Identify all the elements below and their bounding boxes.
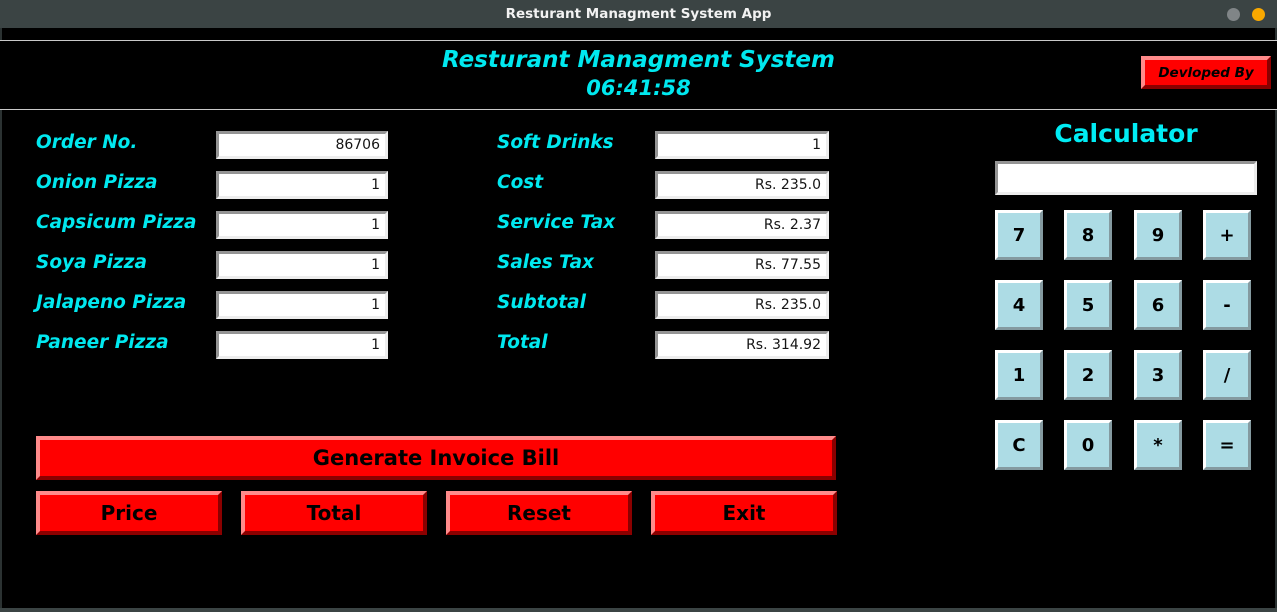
calc-key-equals[interactable]: = — [1203, 420, 1251, 470]
label-capsicum-pizza: Capsicum Pizza — [36, 212, 197, 233]
minimize-circle-icon[interactable] — [1227, 7, 1240, 21]
app-heading: Resturant Managment System — [442, 47, 835, 73]
input-soft-drinks[interactable]: 1 — [655, 131, 829, 159]
input-subtotal[interactable]: Rs. 235.0 — [655, 291, 829, 319]
input-total[interactable]: Rs. 314.92 — [655, 331, 829, 359]
calculator-heading: Calculator — [1054, 119, 1198, 148]
label-paneer-pizza: Paneer Pizza — [36, 332, 169, 353]
label-soya-pizza: Soya Pizza — [36, 252, 147, 273]
calc-key-clear[interactable]: C — [995, 420, 1043, 470]
window-edge-bottom — [0, 608, 1277, 612]
label-service-tax: Service Tax — [497, 212, 616, 233]
calc-key-multiply[interactable]: * — [1134, 420, 1182, 470]
label-sales-tax: Sales Tax — [497, 252, 594, 273]
input-paneer-pizza[interactable]: 1 — [216, 331, 388, 359]
input-sales-tax[interactable]: Rs. 77.55 — [655, 251, 829, 279]
calc-key-7[interactable]: 7 — [995, 210, 1043, 260]
exit-button[interactable]: Exit — [651, 491, 837, 535]
calc-key-4[interactable]: 4 — [995, 280, 1043, 330]
calc-key-0[interactable]: 0 — [1064, 420, 1112, 470]
calc-key-6[interactable]: 6 — [1134, 280, 1182, 330]
title-bar: Resturant Managment System App — [0, 0, 1277, 28]
calc-key-1[interactable]: 1 — [995, 350, 1043, 400]
input-jalapeno-pizza[interactable]: 1 — [216, 291, 388, 319]
developed-by-button[interactable]: Devloped By — [1141, 56, 1271, 89]
reset-button[interactable]: Reset — [446, 491, 632, 535]
calc-key-minus[interactable]: - — [1203, 280, 1251, 330]
input-order-no[interactable]: 86706 — [216, 131, 388, 159]
price-button[interactable]: Price — [36, 491, 222, 535]
label-jalapeno-pizza: Jalapeno Pizza — [36, 292, 187, 313]
label-total: Total — [497, 332, 548, 353]
generate-invoice-bill-button[interactable]: Generate Invoice Bill — [36, 436, 836, 480]
window-controls — [1227, 0, 1265, 28]
input-cost[interactable]: Rs. 235.0 — [655, 171, 829, 199]
input-capsicum-pizza[interactable]: 1 — [216, 211, 388, 239]
calc-key-9[interactable]: 9 — [1134, 210, 1182, 260]
calc-key-plus[interactable]: + — [1203, 210, 1251, 260]
total-button[interactable]: Total — [241, 491, 427, 535]
calc-key-3[interactable]: 3 — [1134, 350, 1182, 400]
calc-key-2[interactable]: 2 — [1064, 350, 1112, 400]
calc-key-5[interactable]: 5 — [1064, 280, 1112, 330]
calc-key-divide[interactable]: / — [1203, 350, 1251, 400]
label-onion-pizza: Onion Pizza — [36, 172, 158, 193]
calculator-display[interactable] — [995, 161, 1257, 195]
maximize-circle-icon[interactable] — [1252, 7, 1265, 21]
clock-display: 06:41:58 — [586, 76, 691, 100]
header-divider-bottom — [0, 109, 1277, 110]
label-subtotal: Subtotal — [497, 292, 586, 313]
input-soya-pizza[interactable]: 1 — [216, 251, 388, 279]
input-onion-pizza[interactable]: 1 — [216, 171, 388, 199]
label-order-no: Order No. — [36, 132, 138, 153]
window-edge-left — [0, 28, 2, 610]
label-cost: Cost — [497, 172, 544, 193]
window-title: Resturant Managment System App — [505, 6, 772, 22]
header-banner: Resturant Managment System 06:41:58 — [0, 41, 1277, 109]
input-service-tax[interactable]: Rs. 2.37 — [655, 211, 829, 239]
calc-key-8[interactable]: 8 — [1064, 210, 1112, 260]
label-soft-drinks: Soft Drinks — [497, 132, 614, 153]
app-window: Resturant Managment System App Resturant… — [0, 0, 1277, 612]
